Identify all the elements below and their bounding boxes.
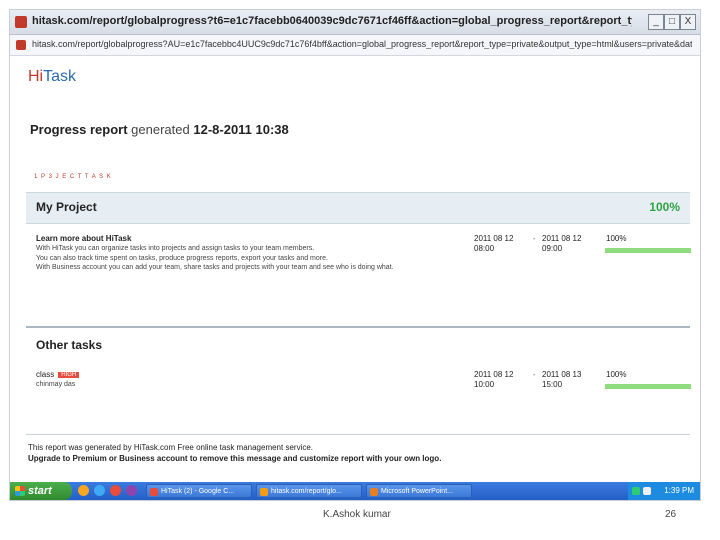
task-percent: 100% xyxy=(606,234,627,243)
taskbar-button-label: hitask.com/report/glo... xyxy=(271,488,342,495)
date-separator: - xyxy=(533,234,536,243)
logo-task: Task xyxy=(43,68,77,85)
logo-hi: Hi xyxy=(28,68,44,85)
task-start-time: 08:00 xyxy=(474,244,495,253)
project-percent: 100% xyxy=(649,200,680,214)
window-title: hitask.com/report/globalprogress?t6=e1c7… xyxy=(32,15,632,27)
task-description-line: With HiTask you can organize tasks into … xyxy=(36,245,315,252)
project-header: My Project 100% xyxy=(26,192,690,224)
generated-datetime: 12-8-2011 10:38 xyxy=(193,122,289,137)
other-task-progress-bar xyxy=(605,384,691,389)
system-tray: 1:39 PM xyxy=(628,482,700,500)
browser-window: hitask.com/report/globalprogress?t6=e1c7… xyxy=(10,10,700,500)
clock[interactable]: 1:39 PM xyxy=(664,486,694,495)
other-task-name[interactable]: class xyxy=(36,370,54,379)
firefox-quicklaunch-icon[interactable] xyxy=(78,485,89,496)
project-task-link[interactable]: 1 P 3 J E C T T A S K xyxy=(34,174,112,180)
ie-quicklaunch-icon[interactable] xyxy=(94,485,105,496)
url-text[interactable]: hitask.com/report/globalprogress?AU=e1c7… xyxy=(32,39,692,49)
footer-note: This report was generated by HiTask.com … xyxy=(28,442,688,464)
taskbar-button-browser[interactable]: hitask.com/report/glo... xyxy=(256,484,362,498)
address-bar[interactable]: hitask.com/report/globalprogress?AU=e1c7… xyxy=(10,35,700,56)
slide-footer-author: K.Ashok kumar xyxy=(323,509,391,520)
other-task-name-wrap: class HIGH xyxy=(36,370,80,379)
windows-taskbar: start HiTask (2) - Google C... hitask.co… xyxy=(10,482,700,500)
taskbar-button-chrome[interactable]: HiTask (2) - Google C... xyxy=(146,484,252,498)
footer-line-1: This report was generated by HiTask.com … xyxy=(28,443,314,452)
taskbar-button-powerpoint[interactable]: Microsoft PowerPoint... xyxy=(366,484,472,498)
other-task-start-time: 10:00 xyxy=(474,380,495,389)
start-label: start xyxy=(28,485,52,497)
date-separator: - xyxy=(533,370,536,379)
close-button[interactable]: X xyxy=(680,14,696,30)
chrome-quicklaunch-icon[interactable] xyxy=(110,485,121,496)
project-name: My Project xyxy=(36,200,97,214)
hitask-logo[interactable]: HiTask xyxy=(28,68,76,86)
task-name[interactable]: Learn more about HiTask xyxy=(36,234,131,243)
maximize-button[interactable]: □ xyxy=(664,14,680,30)
network-icon[interactable] xyxy=(632,487,640,495)
section-divider xyxy=(26,326,690,328)
report-title: Progress report generated 12-8-2011 10:3… xyxy=(30,122,289,137)
taskbar-button-label: HiTask (2) - Google C... xyxy=(161,488,235,495)
task-start-date: 2011 08 12 xyxy=(474,234,514,243)
task-progress-bar xyxy=(605,248,691,253)
powerpoint-window-icon xyxy=(370,488,378,496)
other-task-end-date: 2011 08 13 xyxy=(542,370,582,379)
browser-window-icon xyxy=(260,488,268,496)
task-description-line: You can also track time spent on tasks, … xyxy=(36,254,328,262)
site-favicon-icon xyxy=(16,40,26,50)
priority-badge: HIGH xyxy=(58,371,80,378)
media-quicklaunch-icon[interactable] xyxy=(126,485,137,496)
chrome-window-icon xyxy=(150,488,158,496)
start-button[interactable]: start xyxy=(10,482,72,500)
taskbar-button-label: Microsoft PowerPoint... xyxy=(381,488,453,495)
task-end-time: 09:00 xyxy=(542,244,563,253)
other-task-end-time: 15:00 xyxy=(542,380,563,389)
windows-logo-icon xyxy=(15,486,25,496)
tab-favicon-icon xyxy=(15,16,27,28)
footer-line-2[interactable]: Upgrade to Premium or Business account t… xyxy=(28,453,688,464)
other-task-start-date: 2011 08 12 xyxy=(474,370,514,379)
other-tasks-title: Other tasks xyxy=(36,338,103,352)
title-bar: hitask.com/report/globalprogress?t6=e1c7… xyxy=(10,10,700,35)
generated-label: generated xyxy=(131,122,190,137)
other-task-percent: 100% xyxy=(606,370,627,379)
task-end-date: 2011 08 12 xyxy=(542,234,582,243)
task-description: With HiTask you can organize tasks into … xyxy=(36,244,456,273)
minimize-button[interactable]: _ xyxy=(648,14,664,30)
slide-page-number: 26 xyxy=(665,509,677,520)
report-title-text: Progress report xyxy=(30,122,128,137)
other-task-assignee: chinmay das xyxy=(36,381,76,388)
page-content: HiTask Progress report generated 12-8-20… xyxy=(10,56,700,482)
footer-divider xyxy=(26,434,690,435)
volume-icon[interactable] xyxy=(643,487,651,495)
task-description-line: With Business account you can add your t… xyxy=(36,264,394,271)
